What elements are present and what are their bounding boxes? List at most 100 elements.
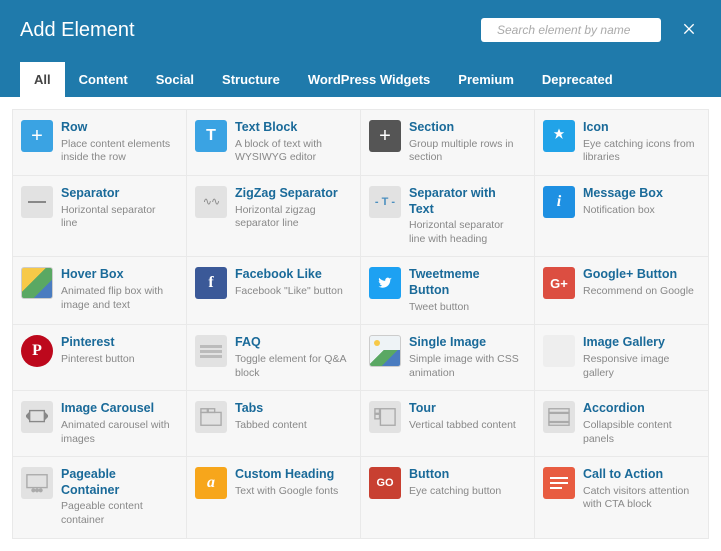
- element-title: FAQ: [235, 335, 348, 351]
- search-box[interactable]: [481, 18, 661, 42]
- element-desc: Animated carousel with images: [61, 419, 174, 446]
- element-title: Facebook Like: [235, 267, 348, 283]
- element-title: Call to Action: [583, 467, 696, 483]
- element-desc: Tabbed content: [235, 419, 348, 433]
- element-card[interactable]: + Section Group multiple rows in section: [361, 110, 534, 175]
- element-card[interactable]: PPinterestPinterest button: [13, 325, 186, 390]
- element-card[interactable]: FAQToggle element for Q&A block: [187, 325, 360, 390]
- element-card[interactable]: f Facebook Like Facebook "Like" button: [187, 257, 360, 324]
- element-desc: Catch visitors attention with CTA block: [583, 485, 696, 512]
- dialog-title: Add Element: [20, 19, 135, 42]
- pin-icon: P: [21, 335, 53, 367]
- element-desc: Simple image with CSS animation: [409, 353, 522, 380]
- element-title: Tabs: [235, 401, 348, 417]
- element-title: Single Image: [409, 335, 522, 351]
- element-card[interactable]: GOButtonEye catching button: [361, 457, 534, 538]
- faq-icon: [195, 335, 227, 367]
- elements-grid: + Row Place content elements inside the ro…: [12, 109, 709, 539]
- element-title: Tour: [409, 401, 522, 417]
- element-title: Button: [409, 467, 522, 483]
- element-card[interactable]: IconEye catching icons from libraries: [535, 110, 708, 175]
- gp-icon: G+: [543, 267, 575, 299]
- tab-deprecated[interactable]: Deprecated: [528, 62, 627, 97]
- element-card[interactable]: Call to Action Catch visitors attention w…: [535, 457, 708, 538]
- header-top: Add Element: [20, 18, 701, 42]
- msg-icon: i: [543, 186, 575, 218]
- element-desc: Horizontal zigzag separator line: [235, 204, 348, 231]
- element-card[interactable]: Tweetmeme Button Tweet button: [361, 257, 534, 324]
- element-card[interactable]: Tabs Tabbed content: [187, 391, 360, 456]
- element-title: Google+ Button: [583, 267, 696, 283]
- element-desc: Text with Google fonts: [235, 485, 348, 499]
- element-desc: Tweet button: [409, 301, 522, 315]
- element-title: Separator: [61, 186, 174, 202]
- element-desc: A block of text with WYSIWYG editor: [235, 138, 348, 165]
- header-right: [481, 18, 701, 42]
- element-desc: Group multiple rows in section: [409, 138, 522, 165]
- element-card[interactable]: Single Image Simple image with CSS animat…: [361, 325, 534, 390]
- element-title: Pageable Container: [61, 467, 174, 498]
- fb-icon: f: [195, 267, 227, 299]
- element-card[interactable]: Image Gallery Responsive image gallery: [535, 325, 708, 390]
- close-button[interactable]: [677, 18, 701, 42]
- element-title: Tweetmeme Button: [409, 267, 522, 298]
- tab-all[interactable]: All: [20, 62, 65, 97]
- element-title: Custom Heading: [235, 467, 348, 483]
- sep-icon: [21, 186, 53, 218]
- page-icon: [21, 467, 53, 499]
- element-card[interactable]: Accordion Collapsible content panels: [535, 391, 708, 456]
- element-desc: Place content elements inside the row: [61, 138, 174, 165]
- tab-wordpress-widgets[interactable]: WordPress Widgets: [294, 62, 444, 97]
- element-card[interactable]: Tour Vertical tabbed content: [361, 391, 534, 456]
- element-title: Accordion: [583, 401, 696, 417]
- element-desc: Horizontal separator line: [61, 204, 174, 231]
- tour-icon: [369, 401, 401, 433]
- element-card[interactable]: Image CarouselAnimated carousel with ima…: [13, 391, 186, 456]
- element-card[interactable]: TText BlockA block of text with WYSIWYG …: [187, 110, 360, 175]
- element-card[interactable]: ∿∿ ZigZag Separator Horizontal zigzag sepa…: [187, 176, 360, 257]
- element-desc: Horizontal separator line with heading: [409, 219, 522, 246]
- acc-icon: [543, 401, 575, 433]
- gal-icon: [543, 335, 575, 367]
- tabs-icon: [195, 401, 227, 433]
- section-icon: +: [369, 120, 401, 152]
- element-title: Icon: [583, 120, 696, 136]
- element-card[interactable]: Separator Horizontal separator line: [13, 176, 186, 257]
- element-title: Text Block: [235, 120, 348, 136]
- dialog-header: Add Element AllContentSocialStructureWor…: [0, 0, 721, 97]
- element-title: Section: [409, 120, 522, 136]
- element-desc: Collapsible content panels: [583, 419, 696, 446]
- element-title: Row: [61, 120, 174, 136]
- element-title: Image Gallery: [583, 335, 696, 351]
- element-desc: Responsive image gallery: [583, 353, 696, 380]
- tab-social[interactable]: Social: [142, 62, 208, 97]
- element-card[interactable]: G+Google+ ButtonRecommend on Google: [535, 257, 708, 324]
- element-card[interactable]: iMessage BoxNotification box: [535, 176, 708, 257]
- tab-content[interactable]: Content: [65, 62, 142, 97]
- element-card[interactable]: a Custom Heading Text with Google fonts: [187, 457, 360, 538]
- element-desc: Facebook "Like" button: [235, 285, 348, 299]
- tab-premium[interactable]: Premium: [444, 62, 528, 97]
- element-title: Hover Box: [61, 267, 174, 283]
- tab-structure[interactable]: Structure: [208, 62, 294, 97]
- element-title: Message Box: [583, 186, 696, 202]
- close-icon: [681, 20, 697, 36]
- element-title: Pinterest: [61, 335, 174, 351]
- element-card[interactable]: - T -Separator with TextHorizontal separ…: [361, 176, 534, 257]
- tabs: AllContentSocialStructureWordPress Widge…: [20, 62, 701, 97]
- icon-icon: [543, 120, 575, 152]
- cta-icon: [543, 467, 575, 499]
- zig-icon: ∿∿: [195, 186, 227, 218]
- ch-icon: a: [195, 467, 227, 499]
- element-card[interactable]: Pageable ContainerPageable content conta…: [13, 457, 186, 538]
- element-desc: Vertical tabbed content: [409, 419, 522, 433]
- search-input[interactable]: [497, 23, 652, 37]
- hover-icon: [21, 267, 53, 299]
- element-title: ZigZag Separator: [235, 186, 348, 202]
- element-desc: Pageable content container: [61, 500, 174, 527]
- element-title: Separator with Text: [409, 186, 522, 217]
- element-card[interactable]: +RowPlace content elements inside the ro…: [13, 110, 186, 175]
- element-card[interactable]: Hover Box Animated flip box with image an…: [13, 257, 186, 324]
- element-desc: Animated flip box with image and text: [61, 285, 174, 312]
- car-icon: [21, 401, 53, 433]
